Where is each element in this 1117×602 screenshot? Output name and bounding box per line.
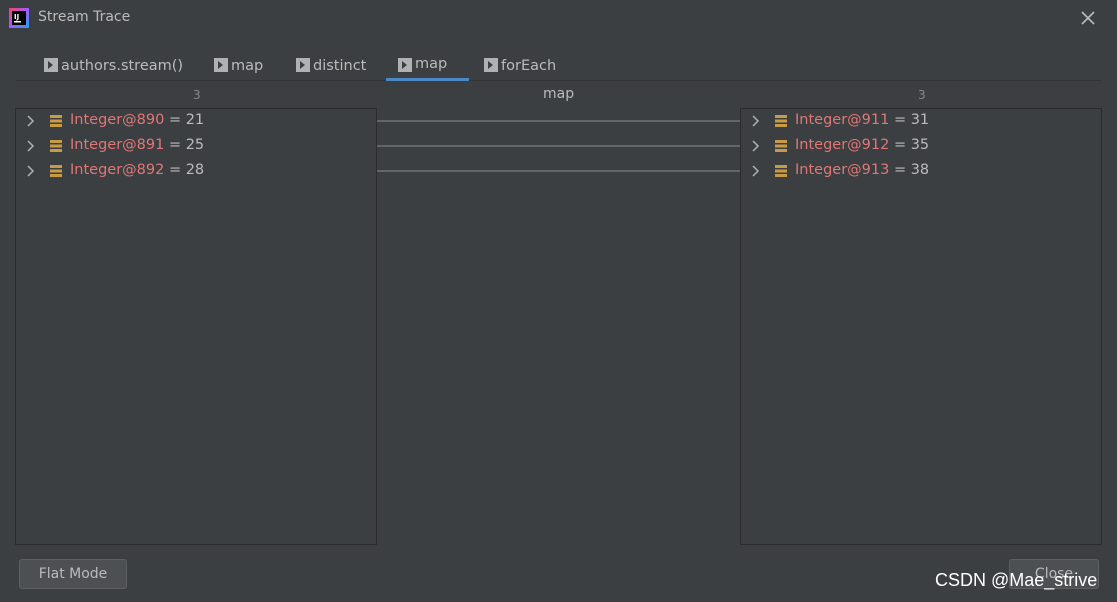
tab-label: distinct (313, 57, 367, 74)
item-name: Integer@911 (795, 112, 890, 128)
flat-mode-button[interactable]: Flat Mode (19, 559, 127, 589)
tree-row[interactable]: Integer@890 = 21 (16, 109, 376, 134)
terminal-arrow-icon (398, 58, 412, 72)
tab-distinct[interactable]: distinct (284, 50, 378, 81)
tab-foreach[interactable]: forEach (472, 50, 568, 81)
item-name: Integer@890 (70, 112, 165, 128)
tab-map[interactable]: map (202, 50, 275, 81)
item-value: = 25 (164, 137, 205, 153)
item-name: Integer@912 (795, 137, 890, 153)
left-values-panel: Integer@890 = 21 Integer@891 = 25 Intege… (15, 108, 377, 545)
item-value: = 28 (164, 162, 205, 178)
tree-row[interactable]: Integer@912 = 35 (741, 134, 1101, 159)
item-text: Integer@892 = 28 (70, 162, 204, 178)
svg-text:IJ: IJ (14, 13, 19, 21)
item-name: Integer@891 (70, 137, 165, 153)
tab-label: forEach (501, 57, 557, 74)
item-value: = 38 (889, 162, 930, 178)
close-icon[interactable] (1079, 9, 1097, 27)
item-value: = 31 (889, 112, 930, 128)
tab-authors-stream[interactable]: authors.stream() (32, 50, 195, 81)
item-text: Integer@913 = 38 (795, 162, 929, 178)
terminal-arrow-icon (214, 58, 228, 72)
tree-row[interactable]: Integer@892 = 28 (16, 159, 376, 184)
stack-object-icon (50, 140, 62, 152)
stream-step-tabs: authors.stream() map distinct map forEac… (16, 50, 1101, 81)
chevron-right-icon[interactable] (750, 115, 762, 127)
stack-object-icon (775, 165, 787, 177)
terminal-arrow-icon (44, 58, 58, 72)
terminal-arrow-icon (484, 58, 498, 72)
right-count: 3 (918, 88, 926, 102)
item-text: Integer@890 = 21 (70, 112, 204, 128)
terminal-arrow-icon (296, 58, 310, 72)
item-value: = 35 (889, 137, 930, 153)
tree-row[interactable]: Integer@891 = 25 (16, 134, 376, 159)
chevron-right-icon[interactable] (750, 140, 762, 152)
item-name: Integer@913 (795, 162, 890, 178)
stack-object-icon (50, 165, 62, 177)
tab-map-active[interactable]: map (386, 50, 469, 81)
stack-object-icon (50, 115, 62, 127)
item-text: Integer@891 = 25 (70, 137, 204, 153)
chevron-right-icon[interactable] (25, 165, 37, 177)
item-name: Integer@892 (70, 162, 165, 178)
stack-object-icon (775, 115, 787, 127)
tree-row[interactable]: Integer@913 = 38 (741, 159, 1101, 184)
stack-object-icon (775, 140, 787, 152)
left-count: 3 (193, 88, 201, 102)
chevron-right-icon[interactable] (25, 115, 37, 127)
item-value: = 21 (164, 112, 205, 128)
chevron-right-icon[interactable] (25, 140, 37, 152)
chevron-right-icon[interactable] (750, 165, 762, 177)
tab-label: map (415, 56, 448, 72)
operation-label: map (543, 86, 575, 102)
title-bar: IJ Stream Trace (0, 0, 1117, 38)
tab-label: authors.stream() (61, 57, 184, 74)
item-text: Integer@911 = 31 (795, 112, 929, 128)
tree-row[interactable]: Integer@911 = 31 (741, 109, 1101, 134)
mapping-links (377, 120, 740, 172)
window-title: Stream Trace (38, 9, 131, 25)
right-values-panel: Integer@911 = 31 Integer@912 = 35 Intege… (740, 108, 1102, 545)
item-text: Integer@912 = 35 (795, 137, 929, 153)
tab-label: map (231, 57, 264, 74)
intellij-app-icon: IJ (9, 8, 29, 28)
csdn-watermark: CSDN @Mae_strive (935, 570, 1098, 590)
